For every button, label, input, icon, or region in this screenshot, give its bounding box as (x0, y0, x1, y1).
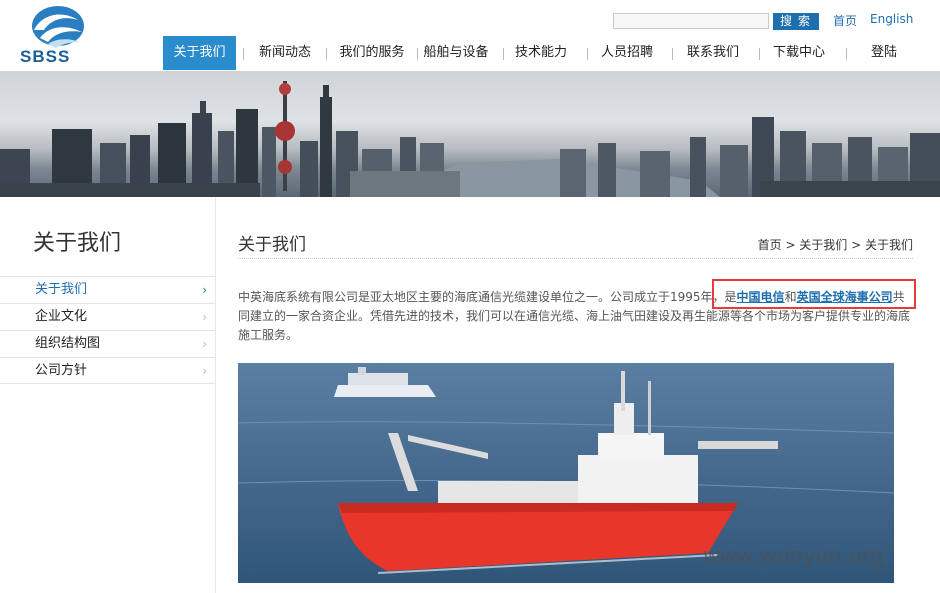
breadcrumb[interactable]: 首页 > 关于我们 > 关于我们 (758, 236, 913, 253)
site-header: SBSS 搜索 首页 English 关于我们 新闻动态 我们的服务 船舶与设备… (0, 0, 940, 71)
nav-services[interactable]: 我们的服务 (333, 36, 411, 70)
search-input[interactable] (613, 13, 769, 29)
nav-download[interactable]: 下载中心 (767, 36, 831, 70)
left-sidebar: 关于我们 关于我们 › 企业文化 › 组织结构图 › 公司方针 › (0, 197, 216, 593)
sidebar-item-culture[interactable]: 企业文化 › (0, 303, 215, 330)
nav-divider (587, 48, 588, 60)
search-button[interactable]: 搜索 (773, 13, 819, 30)
nav-news[interactable]: 新闻动态 (251, 36, 319, 70)
watermark-text: www.wooyun.org (703, 543, 884, 568)
nav-divider (417, 48, 418, 60)
skyline-image (0, 81, 940, 197)
nav-recruit[interactable]: 人员招聘 (595, 36, 659, 70)
skyline-banner (0, 71, 940, 197)
page-title: 关于我们 (238, 235, 306, 255)
chevron-right-icon: › (202, 310, 207, 324)
chevron-right-icon: › (202, 283, 207, 297)
chevron-right-icon: › (202, 364, 207, 378)
sidebar-title: 关于我们 (33, 231, 122, 256)
sidebar-item-label: 关于我们 (35, 282, 88, 297)
intro-text-part1: 中英海底系统有限公司是亚太地区主要的海底通信光缆建设单位之一。公司成立于1995… (238, 290, 737, 304)
sidebar-item-label: 组织结构图 (35, 336, 101, 351)
english-link[interactable]: English (870, 12, 913, 26)
home-link[interactable]: 首页 (833, 12, 857, 29)
nav-divider (759, 48, 760, 60)
sidebar-item-org-chart[interactable]: 组织结构图 › (0, 330, 215, 357)
sidebar-item-about[interactable]: 关于我们 › (0, 276, 215, 303)
highlight-box (712, 279, 916, 309)
sidebar-item-label: 企业文化 (35, 309, 88, 324)
nav-login[interactable]: 登陆 (863, 36, 905, 70)
nav-contact[interactable]: 联系我们 (681, 36, 745, 70)
nav-divider (243, 48, 244, 60)
title-divider (238, 258, 913, 259)
ship-photo: www.wooyun.org (238, 363, 894, 583)
chevron-right-icon: › (202, 337, 207, 351)
nav-divider (672, 48, 673, 60)
sidebar-menu: 关于我们 › 企业文化 › 组织结构图 › 公司方针 › (0, 276, 215, 384)
nav-about[interactable]: 关于我们 (163, 36, 236, 70)
sidebar-item-label: 公司方针 (35, 363, 88, 378)
logo-text: SBSS (20, 47, 71, 66)
nav-divider (326, 48, 327, 60)
sidebar-item-policy[interactable]: 公司方针 › (0, 357, 215, 384)
nav-divider (503, 48, 504, 60)
nav-divider (846, 48, 847, 60)
nav-tech[interactable]: 技术能力 (509, 36, 573, 70)
nav-ships[interactable]: 船舶与设备 (422, 36, 490, 70)
